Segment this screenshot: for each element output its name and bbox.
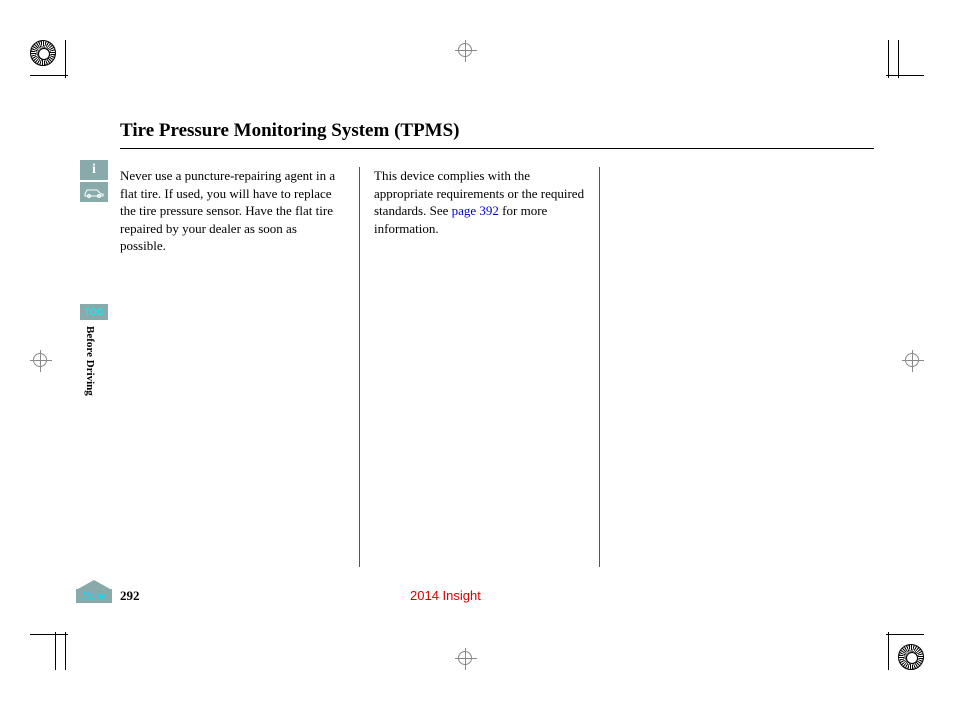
info-icon: i [80, 160, 108, 180]
crop-mark-bl [30, 630, 90, 670]
section-label: Before Driving [84, 326, 96, 396]
crop-line [30, 75, 68, 76]
column-2: This device complies with the appropriat… [360, 167, 600, 567]
page-content: Tire Pressure Monitoring System (TPMS) N… [120, 120, 874, 610]
car-icon [80, 182, 108, 202]
column-1: Never use a puncture-repairing agent in … [120, 167, 360, 567]
crop-line [30, 634, 68, 635]
crop-mark-br [864, 630, 924, 670]
registration-mark-left [30, 350, 52, 372]
info-glyph: i [92, 162, 96, 178]
crop-line [55, 632, 56, 670]
col1-text: Never use a puncture-repairing agent in … [120, 168, 335, 253]
home-button[interactable]: Home [76, 580, 112, 602]
title-rule [120, 148, 874, 149]
body-columns: Never use a puncture-repairing agent in … [120, 167, 874, 567]
registration-mark-top [455, 40, 477, 62]
info-badge-stack: i [80, 160, 110, 204]
crop-line [886, 634, 924, 635]
crop-line [898, 40, 899, 78]
toc-label: TOC [85, 307, 104, 317]
crop-line [65, 632, 66, 670]
page-title: Tire Pressure Monitoring System (TPMS) [120, 120, 874, 142]
home-label: Home [82, 591, 106, 602]
crop-line [888, 40, 889, 78]
crop-mark-tr [864, 40, 924, 80]
crop-line [886, 75, 924, 76]
crop-mark-tl [30, 40, 90, 80]
registration-mark-bottom [455, 648, 477, 670]
page-link[interactable]: page 392 [452, 203, 499, 218]
toc-button[interactable]: TOC [80, 304, 108, 320]
registration-mark-right [902, 350, 924, 372]
crop-line [888, 632, 889, 670]
crop-line [65, 40, 66, 78]
